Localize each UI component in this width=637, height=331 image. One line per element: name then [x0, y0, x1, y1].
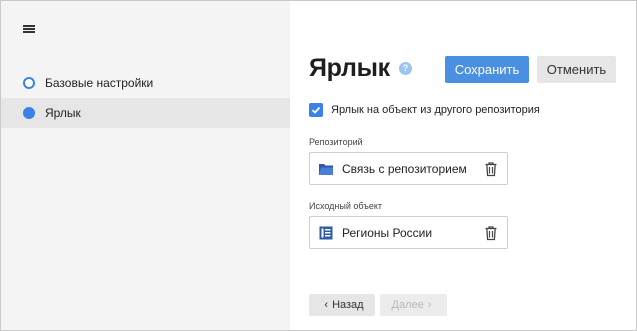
step-label: Базовые настройки: [45, 76, 154, 90]
question-icon[interactable]: ?: [399, 62, 412, 75]
repository-field[interactable]: Связь с репозиторием: [309, 152, 508, 185]
dictionary-icon: [319, 226, 333, 239]
trash-icon[interactable]: [483, 225, 499, 241]
back-button[interactable]: ‹ Назад: [309, 294, 375, 316]
cancel-button[interactable]: Отменить: [537, 56, 616, 83]
step-shortcut[interactable]: Ярлык: [1, 98, 290, 128]
folder-icon: [319, 163, 333, 175]
step-label: Ярлык: [45, 106, 81, 120]
back-label: Назад: [332, 299, 364, 311]
check-icon: [311, 106, 321, 114]
chevron-left-icon: ‹: [324, 299, 329, 311]
source-object-field[interactable]: Регионы России: [309, 216, 508, 249]
step-active-icon: [23, 107, 35, 119]
trash-icon[interactable]: [483, 161, 499, 177]
next-label: Далее: [391, 299, 424, 311]
checkbox-checked[interactable]: [309, 103, 323, 117]
next-button[interactable]: Далее ›: [380, 294, 447, 316]
source-object-label: Исходный объект: [309, 201, 383, 211]
page-title: Ярлык: [309, 54, 390, 82]
wizard-steps: Базовые настройки Ярлык: [1, 68, 290, 128]
step-basic-settings[interactable]: Базовые настройки: [1, 68, 290, 98]
repository-value: Связь с репозиторием: [342, 161, 467, 176]
checkbox-label: Ярлык на объект из другого репозитория: [331, 104, 540, 116]
chevron-right-icon: ›: [427, 299, 432, 311]
main-panel: Ярлык ? Сохранить Отменить Ярлык на объе…: [290, 1, 636, 330]
source-object-value: Регионы России: [342, 225, 433, 240]
other-repository-checkbox-row[interactable]: Ярлык на объект из другого репозитория: [309, 103, 540, 117]
menu-icon[interactable]: [23, 23, 37, 35]
repository-label: Репозиторий: [309, 137, 363, 147]
save-button[interactable]: Сохранить: [445, 56, 529, 83]
sidebar: Базовые настройки Ярлык: [1, 1, 290, 330]
step-incomplete-icon: [23, 77, 35, 89]
